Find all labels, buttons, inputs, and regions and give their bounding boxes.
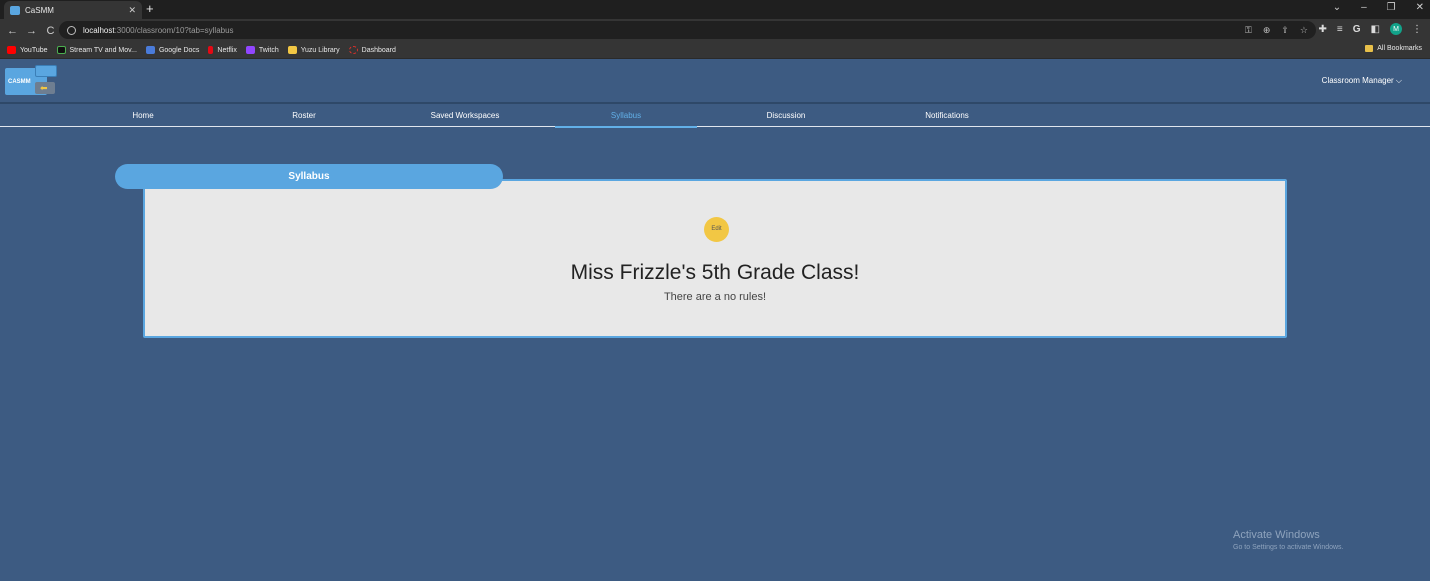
active-tab-indicator (555, 126, 697, 128)
classroom-tabs: Home Roster Saved Workspaces Syllabus Di… (0, 102, 1430, 128)
tab-notifications[interactable]: Notifications (877, 111, 1017, 120)
url-path: :3000/classroom/10?tab=syllabus (114, 25, 234, 35)
reading-list-icon[interactable]: ≡ (1337, 24, 1343, 35)
site-info-icon[interactable] (67, 25, 76, 35)
app-header: CASMM ⬅ Classroom Manager ⌵ (0, 60, 1430, 102)
bookmark-yuzu-library[interactable]: Yuzu Library (287, 46, 340, 54)
logo-puzzle-icon (35, 65, 57, 77)
tab-syllabus[interactable]: Syllabus (556, 111, 696, 120)
minimize-button[interactable]: – (1361, 2, 1367, 13)
youtube-icon (7, 46, 16, 54)
bookmark-label: Twitch (258, 46, 279, 54)
bookmark-dashboard[interactable]: Dashboard (348, 46, 396, 54)
casmm-logo[interactable]: CASMM ⬅ (5, 65, 57, 97)
grammarly-icon[interactable]: G (1353, 24, 1361, 35)
reload-button[interactable]: C (41, 25, 60, 37)
extension-icons: ✚ ≡ G ◧ M ⋮ (1319, 23, 1422, 35)
all-bookmarks-button[interactable]: All Bookmarks (1365, 45, 1422, 52)
share-icon[interactable]: ⇪ (1281, 25, 1289, 36)
classroom-manager-dropdown[interactable]: Classroom Manager ⌵ (1322, 76, 1402, 86)
address-bar[interactable]: localhost :3000/classroom/10?tab=syllabu… (59, 21, 1316, 39)
bookmark-twitch[interactable]: Twitch (245, 46, 279, 54)
key-icon[interactable]: ⚿ (1245, 25, 1252, 36)
stream-tv-icon (56, 46, 66, 54)
browser-tabstrip: CaSMM ✕ + ⌄ – ❐ ✕ (0, 0, 1430, 19)
tab-search-icon[interactable]: ⌄ (1333, 2, 1341, 13)
bookmark-youtube[interactable]: YouTube (7, 46, 48, 54)
extensions-puzzle-icon[interactable]: ✚ (1319, 24, 1327, 35)
tab-home[interactable]: Home (73, 111, 213, 120)
bookmark-label: Netflix (217, 46, 237, 54)
window-controls: ⌄ – ❐ ✕ (1333, 2, 1424, 13)
folder-icon (1365, 45, 1374, 52)
install-app-icon[interactable]: ⊕ (1263, 25, 1271, 36)
watermark-subtitle: Go to Settings to activate Windows. (1233, 544, 1344, 551)
browser-tab[interactable]: CaSMM ✕ (4, 1, 142, 19)
restore-button[interactable]: ❐ (1387, 2, 1396, 13)
browser-toolbar: ← → C localhost :3000/classroom/10?tab=s… (0, 19, 1430, 42)
tab-saved-workspaces[interactable]: Saved Workspaces (395, 111, 535, 120)
syllabus-card: Edit Miss Frizzle's 5th Grade Class! The… (143, 179, 1287, 338)
more-menu-icon[interactable]: ⋮ (1412, 24, 1422, 35)
forward-button[interactable]: → (22, 25, 41, 37)
activate-windows-watermark: Activate Windows Go to Settings to activ… (1233, 529, 1344, 551)
bookmark-google-docs[interactable]: Google Docs (145, 46, 200, 54)
close-window-button[interactable]: ✕ (1416, 2, 1424, 13)
tab-title: CaSMM (25, 5, 54, 15)
edit-button[interactable]: Edit (704, 217, 729, 242)
bookmark-star-icon[interactable]: ☆ (1300, 25, 1308, 36)
logo-text: CASMM (8, 79, 31, 85)
google-docs-icon (145, 46, 155, 54)
omnibox-actions: ⚿ ⊕ ⇪ ☆ (1245, 25, 1308, 36)
logo-arrow-icon: ⬅ (40, 83, 48, 93)
bookmark-label: Google Docs (158, 46, 200, 54)
tab-discussion[interactable]: Discussion (716, 111, 856, 120)
twitch-icon (245, 46, 255, 54)
bookmark-netflix[interactable]: Netflix (208, 46, 237, 54)
new-tab-button[interactable]: + (146, 2, 154, 16)
bookmarks-bar: YouTube Stream TV and Mov... Google Docs… (0, 42, 1430, 59)
tab-roster[interactable]: Roster (234, 111, 374, 120)
bookmark-label: Dashboard (361, 46, 396, 54)
syllabus-card-header: Syllabus (115, 164, 503, 189)
bookmark-label: YouTube (20, 46, 48, 54)
syllabus-title: Miss Frizzle's 5th Grade Class! (570, 261, 860, 284)
yuzu-icon (287, 46, 297, 54)
url-host: localhost (83, 25, 115, 35)
close-tab-icon[interactable]: ✕ (128, 5, 136, 16)
profile-avatar[interactable]: M (1390, 23, 1402, 35)
bookmark-label: Yuzu Library (300, 46, 340, 54)
bookmark-label: Stream TV and Mov... (69, 46, 137, 54)
netflix-icon (208, 46, 214, 54)
dashboard-icon (348, 46, 358, 54)
casmm-favicon-icon (10, 5, 20, 15)
all-bookmarks-label: All Bookmarks (1377, 45, 1422, 52)
syllabus-body: There are a no rules! (663, 291, 767, 303)
side-panel-icon[interactable]: ◧ (1371, 24, 1380, 35)
back-button[interactable]: ← (3, 25, 22, 37)
watermark-title: Activate Windows (1233, 529, 1320, 541)
bookmark-stream-tv[interactable]: Stream TV and Mov... (56, 46, 137, 54)
